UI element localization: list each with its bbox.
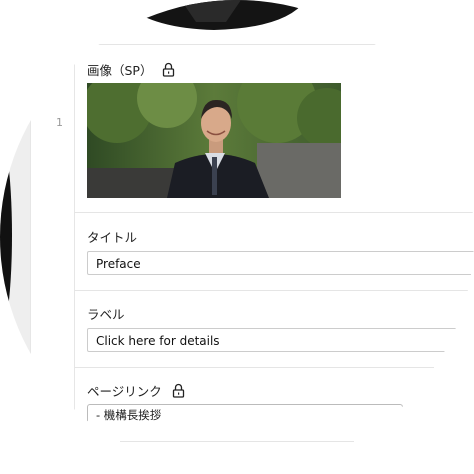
left-edge-shadow — [0, 120, 12, 350]
divider — [74, 367, 434, 368]
divider — [120, 441, 354, 442]
label-label: ラベル — [87, 307, 125, 322]
image-sp-label-text: 画像（SP） — [87, 63, 153, 78]
label-input[interactable]: Click here for details — [87, 328, 457, 352]
lock-icon — [172, 383, 185, 398]
title-label: タイトル — [87, 230, 138, 245]
page-link-label-text: ページリンク — [87, 384, 162, 399]
zoomed-viewport: 1 画像（SP） タイトル Preface ラベル Click here for… — [0, 0, 474, 474]
divider — [74, 44, 384, 45]
row-number-column — [30, 0, 75, 474]
previous-image-crop — [86, 0, 341, 30]
divider — [74, 290, 474, 291]
title-input[interactable]: Preface — [87, 251, 474, 275]
image-sp-label: 画像（SP） — [87, 60, 175, 79]
image-sp-preview[interactable] — [87, 83, 341, 198]
page-link-label: ページリンク — [87, 381, 185, 400]
lock-icon — [162, 62, 175, 77]
page-link-select[interactable]: - 機構長挨拶 — [87, 404, 403, 424]
row-number: 1 — [56, 116, 63, 129]
divider — [74, 212, 474, 213]
left-gutter — [0, 0, 30, 474]
